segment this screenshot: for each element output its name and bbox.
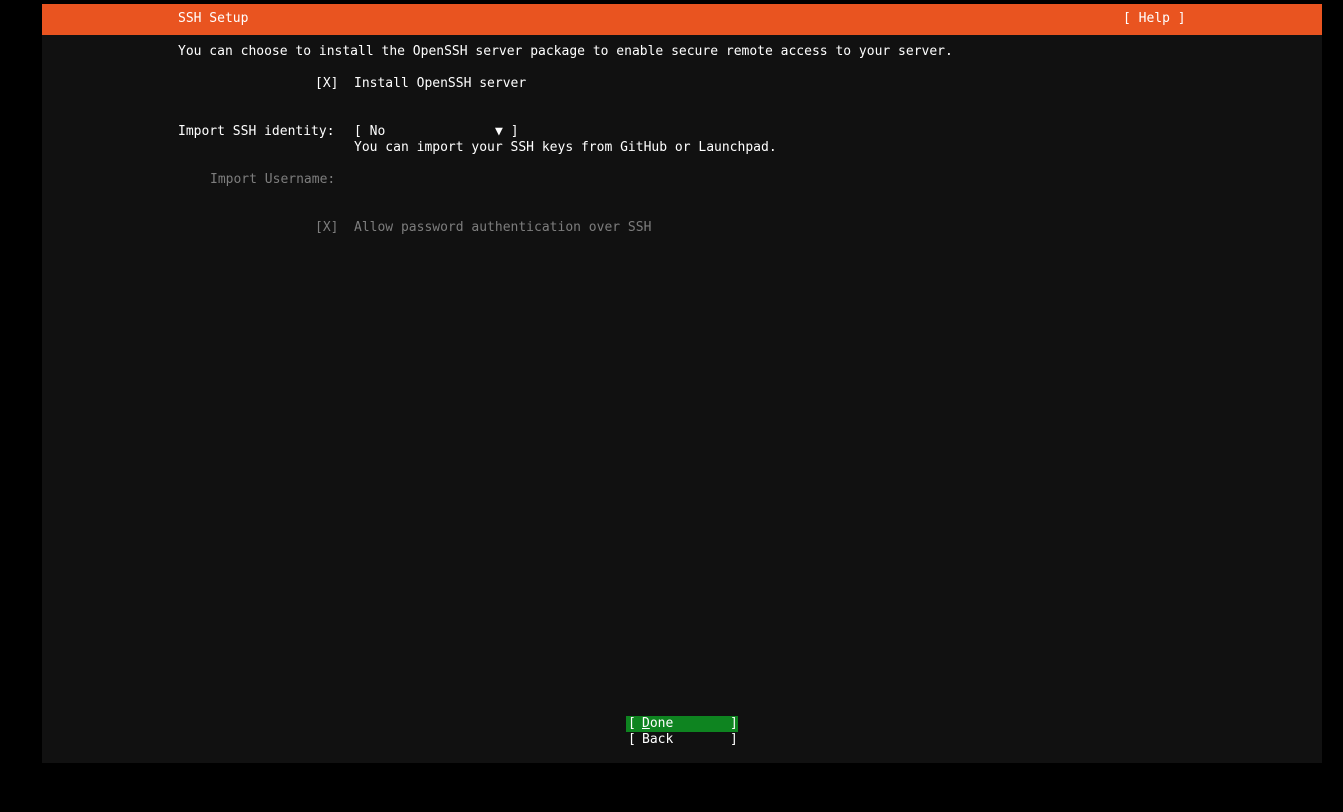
select-value: No [369, 124, 386, 139]
done-label: Done [642, 716, 673, 732]
back-close-bracket: ] [730, 732, 738, 747]
back-button[interactable]: [ Back ] [626, 732, 738, 748]
dropdown-arrow-icon: ▼ [494, 124, 503, 139]
import-ssh-identity-help: You can import your SSH keys from GitHub… [354, 140, 777, 155]
done-button[interactable]: [ Done ] [626, 716, 738, 732]
allow-password-checkbox: [X] [315, 220, 339, 235]
description-text: You can choose to install the OpenSSH se… [178, 44, 953, 59]
done-label-rest: one [649, 716, 674, 731]
help-button[interactable]: [ Help ] [1123, 11, 1186, 27]
select-close-bracket: ] [510, 124, 519, 139]
import-ssh-identity-select[interactable]: [ No ▼ ] [354, 124, 519, 140]
installer-screen: SSH Setup [ Help ] You can choose to ins… [42, 4, 1322, 763]
select-open-bracket: [ [354, 124, 370, 139]
done-open-bracket: [ [628, 716, 636, 731]
install-openssh-checkbox[interactable]: [X] [315, 76, 338, 92]
done-hotkey: D [642, 716, 650, 731]
done-close-bracket: ] [730, 716, 738, 731]
install-openssh-label: Install OpenSSH server [354, 76, 527, 91]
allow-password-label: Allow password authentication over SSH [354, 220, 652, 235]
back-open-bracket: [ [628, 732, 636, 747]
back-label: Back [642, 732, 674, 747]
import-username-label: Import Username: [210, 172, 336, 187]
import-ssh-identity-label: Import SSH identity: [178, 124, 335, 139]
page-title: SSH Setup [178, 11, 249, 26]
